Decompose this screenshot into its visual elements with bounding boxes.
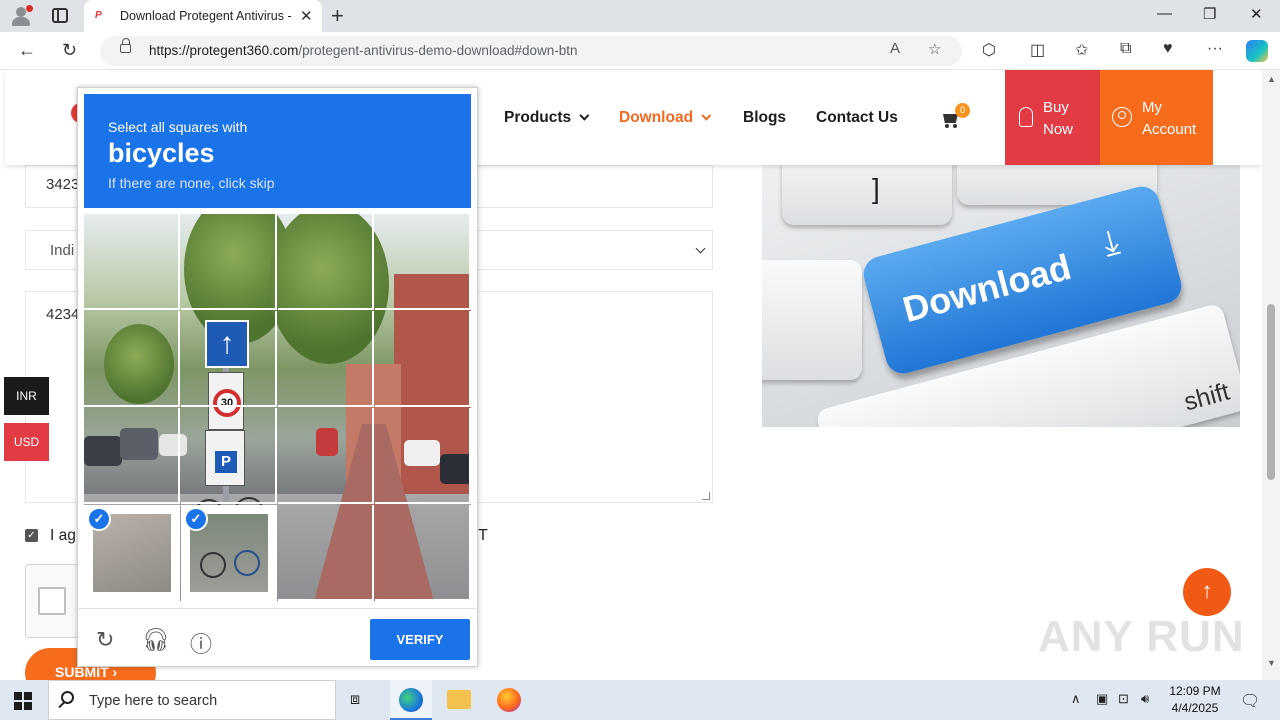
collections-icon[interactable]: ⧉ [1120, 40, 1131, 58]
captcha-tile[interactable] [375, 214, 471, 310]
currency-inr-button[interactable]: INR [4, 377, 49, 415]
screen: P Download Protegent Antivirus - Fre ✕ +… [0, 0, 1280, 720]
nav-download[interactable]: Download [619, 109, 712, 127]
captcha-footer: ↻ 🎧︎ ⓘ VERIFY [78, 608, 479, 668]
checkmark-icon: ✓ [184, 507, 208, 531]
captcha-tile[interactable] [84, 214, 180, 310]
file-explorer-icon[interactable] [447, 690, 471, 709]
scrollbar-thumb[interactable] [1267, 304, 1275, 480]
captcha-tile-selected[interactable]: ✓ [84, 505, 180, 601]
back-icon[interactable]: ← [18, 40, 36, 61]
recaptcha-checkbox[interactable] [38, 587, 66, 615]
nav-products[interactable]: Products [504, 109, 590, 127]
captcha-challenge: Select all squares with bicycles If ther… [77, 87, 479, 668]
chevron-down-icon [695, 243, 706, 254]
read-aloud-icon[interactable]: A [890, 40, 900, 57]
captcha-tile[interactable] [84, 408, 180, 504]
tab-favicon-icon: P [95, 10, 102, 21]
captcha-tile[interactable] [375, 505, 471, 601]
notifications-icon[interactable]: 🗨︎ [1240, 691, 1260, 711]
checkmark-icon: ✓ [87, 507, 111, 531]
clock[interactable]: 12:09 PM 4/4/2025 [1160, 683, 1230, 717]
currency-usd-button[interactable]: USD [4, 423, 49, 461]
split-screen-icon[interactable]: ◫ [1030, 40, 1045, 60]
captcha-tile[interactable] [375, 311, 471, 407]
audio-challenge-icon[interactable]: 🎧︎ [142, 627, 170, 653]
device-icon[interactable]: ▣ [1096, 691, 1108, 707]
maximize-icon[interactable]: ❐ [1203, 5, 1216, 23]
refresh-icon[interactable]: ↻ [62, 40, 77, 61]
taskbar-search-input[interactable]: Type here to search [48, 680, 336, 720]
agree-checkbox[interactable]: ✓ [25, 529, 38, 542]
chevron-down-icon [701, 110, 712, 121]
performance-icon[interactable]: ♥ [1163, 40, 1173, 58]
watermark: ANY RUN [1038, 612, 1245, 661]
browser-tab[interactable]: P Download Protegent Antivirus - Fre ✕ [84, 0, 322, 32]
reload-icon[interactable]: ↻ [96, 627, 114, 653]
my-account-button[interactable]: My Account [1100, 70, 1213, 165]
recaptcha-widget [25, 564, 85, 638]
more-icon[interactable]: ··· [1207, 40, 1223, 58]
hand-pointer-icon [1019, 107, 1033, 127]
favorite-icon[interactable]: ☆ [928, 40, 941, 58]
download-banner-image: ] Download ⤓ shift [762, 165, 1240, 427]
chevron-down-icon [579, 110, 590, 121]
captcha-tile[interactable] [278, 214, 374, 310]
profile-icon[interactable] [10, 5, 33, 27]
taskbar-edge-button[interactable] [390, 680, 432, 720]
captcha-hint: If there are none, click skip [108, 175, 275, 191]
firefox-icon[interactable] [497, 688, 521, 712]
edge-icon [399, 688, 423, 712]
scroll-down-icon[interactable]: ▼ [1267, 658, 1276, 668]
copilot-icon[interactable] [1246, 40, 1268, 62]
agree-label: I ag [50, 527, 76, 544]
favorites-icon[interactable]: ✩ [1075, 40, 1088, 60]
arrow-up-icon: ↑ [1201, 578, 1213, 603]
taskbar: Type here to search ⧈ ∧ ▣ ⊡ 🔊︎ 12:09 PM 4… [0, 680, 1280, 720]
captcha-tile[interactable] [181, 408, 277, 504]
download-arrow-icon: ⤓ [1098, 222, 1124, 264]
resize-handle[interactable] [702, 492, 710, 500]
minimize-icon[interactable]: — [1157, 5, 1172, 22]
network-icon[interactable]: ⊡ [1118, 691, 1129, 707]
captcha-tile[interactable] [181, 214, 277, 310]
captcha-tile[interactable] [84, 311, 180, 407]
close-icon[interactable]: ✕ [300, 7, 313, 25]
buy-now-button[interactable]: Buy Now [1005, 70, 1100, 165]
captcha-tile[interactable] [278, 505, 374, 601]
captcha-image-grid: ↑ 30 P ✓ ✓ [84, 214, 471, 601]
scroll-up-icon[interactable]: ▲ [1267, 74, 1276, 84]
captcha-tile-selected[interactable]: ✓ [181, 505, 277, 601]
nav-contact[interactable]: Contact Us [816, 109, 898, 127]
captcha-tile[interactable] [278, 311, 374, 407]
bracket-key-label: ] [872, 173, 880, 204]
lock-icon[interactable] [120, 38, 131, 53]
captcha-tile[interactable] [375, 408, 471, 504]
window-close-icon[interactable]: ✕ [1250, 5, 1263, 23]
new-tab-icon[interactable]: + [331, 3, 344, 29]
tray-overflow-icon[interactable]: ∧ [1071, 691, 1081, 707]
tabs-icon[interactable] [52, 8, 68, 23]
user-icon [1112, 107, 1132, 127]
captcha-tile[interactable] [278, 408, 374, 504]
search-icon [61, 691, 74, 704]
info-icon[interactable]: ⓘ [190, 627, 212, 659]
nav-blogs[interactable]: Blogs [743, 109, 786, 127]
captcha-header: Select all squares with bicycles If ther… [84, 94, 471, 208]
browser-tabstrip: P Download Protegent Antivirus - Fre ✕ +… [0, 0, 1280, 32]
extensions-icon[interactable]: ⬡ [982, 40, 996, 60]
volume-icon[interactable]: 🔊︎ [1141, 691, 1149, 707]
verify-button[interactable]: VERIFY [370, 619, 470, 660]
cart-count-badge: 0 [955, 103, 970, 118]
windows-start-icon[interactable] [14, 692, 32, 710]
page-scrollbar[interactable]: ▲ ▼ [1262, 70, 1280, 680]
scroll-to-top-button[interactable]: ↑ [1183, 568, 1231, 616]
url-input[interactable]: https://protegent360.com/protegent-antiv… [100, 36, 962, 66]
url-text: https://protegent360.com/protegent-antiv… [149, 43, 578, 58]
captcha-instruction: Select all squares with [108, 119, 248, 135]
tab-title: Download Protegent Antivirus - Fre [120, 9, 292, 23]
task-view-icon[interactable]: ⧈ [350, 691, 360, 709]
captcha-tile[interactable] [181, 311, 277, 407]
captcha-keyword: bicycles [108, 138, 215, 168]
